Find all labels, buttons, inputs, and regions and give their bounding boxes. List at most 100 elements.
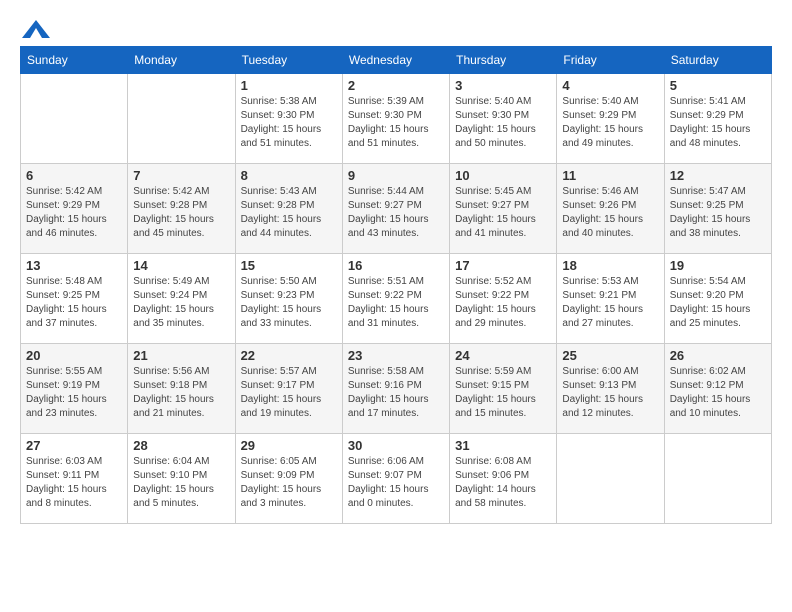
weekday-header: Saturday: [664, 47, 771, 74]
day-detail: Sunrise: 5:57 AMSunset: 9:17 PMDaylight:…: [241, 365, 337, 421]
calendar-week-row: 20 Sunrise: 5:55 AMSunset: 9:19 PMDayligh…: [21, 344, 772, 434]
day-detail: Sunrise: 5:38 AMSunset: 9:30 PMDaylight:…: [241, 95, 337, 151]
calendar-cell: 16Sunrise: 5:51 AMSunset: 9:22 PMDayligh…: [342, 254, 449, 344]
day-detail: Sunrise: 5:47 AMSunset: 9:25 PMDaylight:…: [670, 185, 766, 241]
day-detail: Sunrise: 5:43 AMSunset: 9:28 PMDaylight:…: [241, 185, 337, 241]
day-number: 23: [348, 348, 444, 363]
day-number: 6: [26, 168, 122, 183]
logo: [20, 20, 50, 36]
calendar-cell: 31 Sunrise: 6:08 AMSunset: 9:06 PMDayligh…: [450, 434, 557, 524]
day-detail: Sunrise: 6:03 AMSunset: 9:11 PMDaylight:…: [26, 455, 122, 511]
calendar: SundayMondayTuesdayWednesdayThursdayFrid…: [20, 46, 772, 524]
day-number: 9: [348, 168, 444, 183]
calendar-cell: [664, 434, 771, 524]
calendar-cell: [557, 434, 664, 524]
weekday-header: Friday: [557, 47, 664, 74]
day-detail: Sunrise: 5:46 AMSunset: 9:26 PMDaylight:…: [562, 185, 658, 241]
day-number: 28: [133, 438, 229, 453]
day-detail: Sunrise: 5:54 AMSunset: 9:20 PMDaylight:…: [670, 275, 766, 331]
weekday-header: Thursday: [450, 47, 557, 74]
calendar-cell: 21Sunrise: 5:56 AMSunset: 9:18 PMDayligh…: [128, 344, 235, 434]
day-number: 11: [562, 168, 658, 183]
day-number: 10: [455, 168, 551, 183]
day-detail: Sunrise: 5:53 AMSunset: 9:21 PMDaylight:…: [562, 275, 658, 331]
day-detail: Sunrise: 5:49 AMSunset: 9:24 PMDaylight:…: [133, 275, 229, 331]
calendar-cell: 29 Sunrise: 6:05 AMSunset: 9:09 PMDayligh…: [235, 434, 342, 524]
calendar-cell: [128, 74, 235, 164]
calendar-cell: 20 Sunrise: 5:55 AMSunset: 9:19 PMDayligh…: [21, 344, 128, 434]
day-number: 8: [241, 168, 337, 183]
day-detail: Sunrise: 5:40 AMSunset: 9:30 PMDaylight:…: [455, 95, 551, 151]
day-number: 14: [133, 258, 229, 273]
weekday-header: Tuesday: [235, 47, 342, 74]
calendar-cell: 14 Sunrise: 5:49 AMSunset: 9:24 PMDayligh…: [128, 254, 235, 344]
weekday-header-row: SundayMondayTuesdayWednesdayThursdayFrid…: [21, 47, 772, 74]
calendar-cell: [21, 74, 128, 164]
calendar-cell: 3Sunrise: 5:40 AMSunset: 9:30 PMDaylight…: [450, 74, 557, 164]
calendar-cell: 26 Sunrise: 6:02 AMSunset: 9:12 PMDayligh…: [664, 344, 771, 434]
day-detail: Sunrise: 5:45 AMSunset: 9:27 PMDaylight:…: [455, 185, 551, 241]
calendar-cell: 2 Sunrise: 5:39 AMSunset: 9:30 PMDaylight…: [342, 74, 449, 164]
calendar-cell: 30 Sunrise: 6:06 AMSunset: 9:07 PMDayligh…: [342, 434, 449, 524]
calendar-cell: 25Sunrise: 6:00 AMSunset: 9:13 PMDayligh…: [557, 344, 664, 434]
day-number: 17: [455, 258, 551, 273]
calendar-cell: 1 Sunrise: 5:38 AMSunset: 9:30 PMDaylight…: [235, 74, 342, 164]
day-number: 31: [455, 438, 551, 453]
day-number: 20: [26, 348, 122, 363]
day-detail: Sunrise: 5:52 AMSunset: 9:22 PMDaylight:…: [455, 275, 551, 331]
day-number: 1: [241, 78, 337, 93]
day-number: 2: [348, 78, 444, 93]
calendar-week-row: 6 Sunrise: 5:42 AMSunset: 9:29 PMDaylight…: [21, 164, 772, 254]
weekday-header: Sunday: [21, 47, 128, 74]
day-detail: Sunrise: 5:42 AMSunset: 9:28 PMDaylight:…: [133, 185, 229, 241]
day-number: 29: [241, 438, 337, 453]
calendar-cell: 11 Sunrise: 5:46 AMSunset: 9:26 PMDayligh…: [557, 164, 664, 254]
day-detail: Sunrise: 5:55 AMSunset: 9:19 PMDaylight:…: [26, 365, 122, 421]
day-detail: Sunrise: 5:48 AMSunset: 9:25 PMDaylight:…: [26, 275, 122, 331]
day-number: 27: [26, 438, 122, 453]
day-number: 5: [670, 78, 766, 93]
calendar-cell: 10 Sunrise: 5:45 AMSunset: 9:27 PMDayligh…: [450, 164, 557, 254]
day-number: 18: [562, 258, 658, 273]
calendar-cell: 22 Sunrise: 5:57 AMSunset: 9:17 PMDayligh…: [235, 344, 342, 434]
day-detail: Sunrise: 5:39 AMSunset: 9:30 PMDaylight:…: [348, 95, 444, 151]
day-number: 13: [26, 258, 122, 273]
calendar-cell: 4 Sunrise: 5:40 AMSunset: 9:29 PMDaylight…: [557, 74, 664, 164]
day-detail: Sunrise: 5:44 AMSunset: 9:27 PMDaylight:…: [348, 185, 444, 241]
calendar-cell: 8 Sunrise: 5:43 AMSunset: 9:28 PMDaylight…: [235, 164, 342, 254]
day-detail: Sunrise: 5:41 AMSunset: 9:29 PMDaylight:…: [670, 95, 766, 151]
day-number: 22: [241, 348, 337, 363]
day-detail: Sunrise: 5:40 AMSunset: 9:29 PMDaylight:…: [562, 95, 658, 151]
weekday-header: Monday: [128, 47, 235, 74]
day-detail: Sunrise: 6:02 AMSunset: 9:12 PMDaylight:…: [670, 365, 766, 421]
day-number: 16: [348, 258, 444, 273]
day-detail: Sunrise: 5:50 AMSunset: 9:23 PMDaylight:…: [241, 275, 337, 331]
day-number: 30: [348, 438, 444, 453]
calendar-cell: 9 Sunrise: 5:44 AMSunset: 9:27 PMDaylight…: [342, 164, 449, 254]
calendar-cell: 18 Sunrise: 5:53 AMSunset: 9:21 PMDayligh…: [557, 254, 664, 344]
day-number: 4: [562, 78, 658, 93]
day-detail: Sunrise: 6:04 AMSunset: 9:10 PMDaylight:…: [133, 455, 229, 511]
calendar-week-row: 13 Sunrise: 5:48 AMSunset: 9:25 PMDayligh…: [21, 254, 772, 344]
calendar-cell: 17 Sunrise: 5:52 AMSunset: 9:22 PMDayligh…: [450, 254, 557, 344]
day-detail: Sunrise: 5:58 AMSunset: 9:16 PMDaylight:…: [348, 365, 444, 421]
logo-icon: [22, 20, 50, 38]
calendar-cell: 28 Sunrise: 6:04 AMSunset: 9:10 PMDayligh…: [128, 434, 235, 524]
calendar-week-row: 1 Sunrise: 5:38 AMSunset: 9:30 PMDaylight…: [21, 74, 772, 164]
day-number: 7: [133, 168, 229, 183]
day-detail: Sunrise: 6:08 AMSunset: 9:06 PMDaylight:…: [455, 455, 551, 511]
day-detail: Sunrise: 5:59 AMSunset: 9:15 PMDaylight:…: [455, 365, 551, 421]
day-number: 19: [670, 258, 766, 273]
day-number: 26: [670, 348, 766, 363]
calendar-cell: 7 Sunrise: 5:42 AMSunset: 9:28 PMDaylight…: [128, 164, 235, 254]
day-detail: Sunrise: 5:42 AMSunset: 9:29 PMDaylight:…: [26, 185, 122, 241]
day-number: 12: [670, 168, 766, 183]
calendar-cell: 19 Sunrise: 5:54 AMSunset: 9:20 PMDayligh…: [664, 254, 771, 344]
calendar-cell: 13 Sunrise: 5:48 AMSunset: 9:25 PMDayligh…: [21, 254, 128, 344]
day-detail: Sunrise: 6:05 AMSunset: 9:09 PMDaylight:…: [241, 455, 337, 511]
calendar-week-row: 27 Sunrise: 6:03 AMSunset: 9:11 PMDayligh…: [21, 434, 772, 524]
day-detail: Sunrise: 6:06 AMSunset: 9:07 PMDaylight:…: [348, 455, 444, 511]
calendar-cell: 6 Sunrise: 5:42 AMSunset: 9:29 PMDaylight…: [21, 164, 128, 254]
day-number: 25: [562, 348, 658, 363]
day-number: 21: [133, 348, 229, 363]
